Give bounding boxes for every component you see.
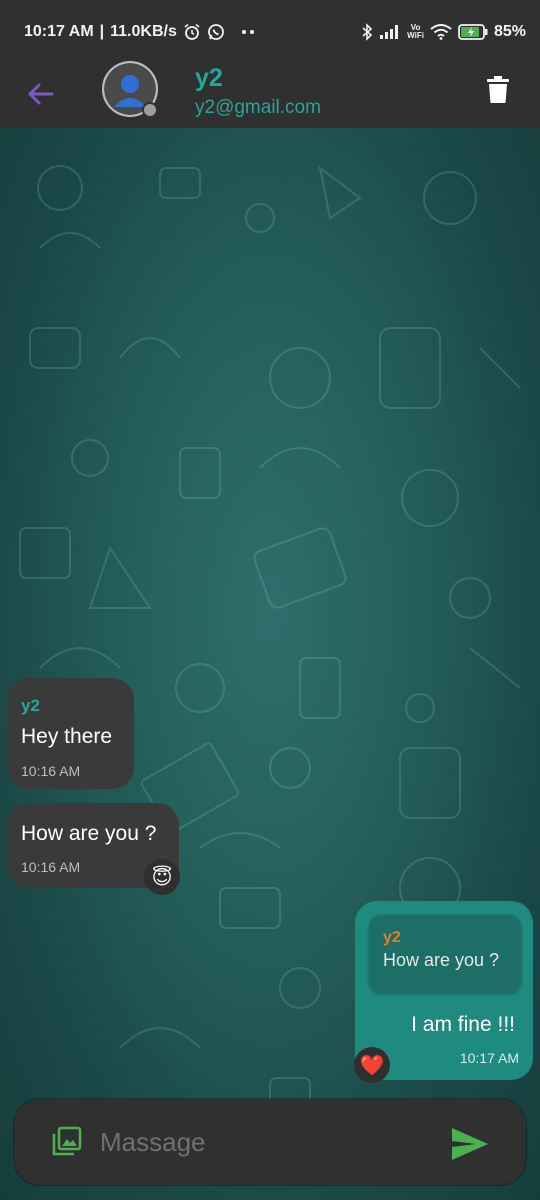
battery-percent: 85%: [493, 23, 526, 40]
status-time: 10:17 AM: [24, 23, 94, 40]
status-network-speed: 11.0KB/s: [110, 23, 177, 40]
message-text: I am fine !!!: [411, 1013, 515, 1036]
signal-icon: [379, 24, 401, 40]
wifi-icon: [430, 24, 452, 40]
message-time: 10:16 AM: [21, 763, 81, 779]
reply-sender: y2: [383, 929, 401, 946]
delete-chat-button[interactable]: [482, 72, 514, 108]
vowifi-bottom-label: WiFi: [407, 31, 424, 40]
delete-icon: [487, 76, 509, 103]
message-bubble-incoming[interactable]: y2 Hey there 10:16 AM: [7, 678, 134, 789]
message-reaction[interactable]: 😇: [144, 859, 180, 895]
battery-charging-icon: [458, 24, 488, 40]
status-separator: |: [99, 23, 105, 40]
vowifi-icon: Vo WiFi: [407, 24, 424, 40]
message-time: 10:17 AM: [459, 1050, 519, 1066]
whatsapp-icon: [207, 23, 225, 41]
status-bar-right: Vo WiFi 85%: [361, 23, 526, 41]
status-bar: 10:17 AM | 11.0KB/s Vo WiFi 85%: [0, 0, 540, 64]
back-button[interactable]: [20, 74, 60, 114]
message-input[interactable]: [100, 1119, 440, 1165]
send-button[interactable]: [450, 1126, 490, 1162]
chat-area[interactable]: y2 Hey there 10:16 AM How are you ? 10:1…: [0, 128, 540, 1200]
message-reaction[interactable]: ❤️: [354, 1047, 390, 1083]
alarm-icon: [183, 23, 201, 41]
attach-image-button[interactable]: [52, 1126, 82, 1156]
status-bar-left: 10:17 AM | 11.0KB/s: [24, 23, 255, 41]
message-time: 10:16 AM: [21, 859, 81, 875]
image-attach-icon: [52, 1126, 82, 1156]
contact-name: y2: [195, 64, 223, 92]
message-composer: [14, 1099, 526, 1185]
contact-email: y2@gmail.com: [195, 97, 321, 118]
bluetooth-icon: [361, 23, 373, 41]
reply-preview[interactable]: y2 How are you ?: [369, 915, 521, 993]
reply-text: How are you ?: [383, 950, 500, 970]
message-text: How are you ?: [21, 822, 157, 845]
online-status-dot: [142, 102, 158, 118]
send-icon: [452, 1128, 488, 1160]
back-arrow-icon: [28, 83, 54, 105]
chat-header: y2 y2@gmail.com: [0, 61, 540, 128]
message-sender: y2: [21, 696, 40, 715]
message-text: Hey there: [21, 725, 113, 748]
more-dots-icon: [241, 29, 255, 35]
